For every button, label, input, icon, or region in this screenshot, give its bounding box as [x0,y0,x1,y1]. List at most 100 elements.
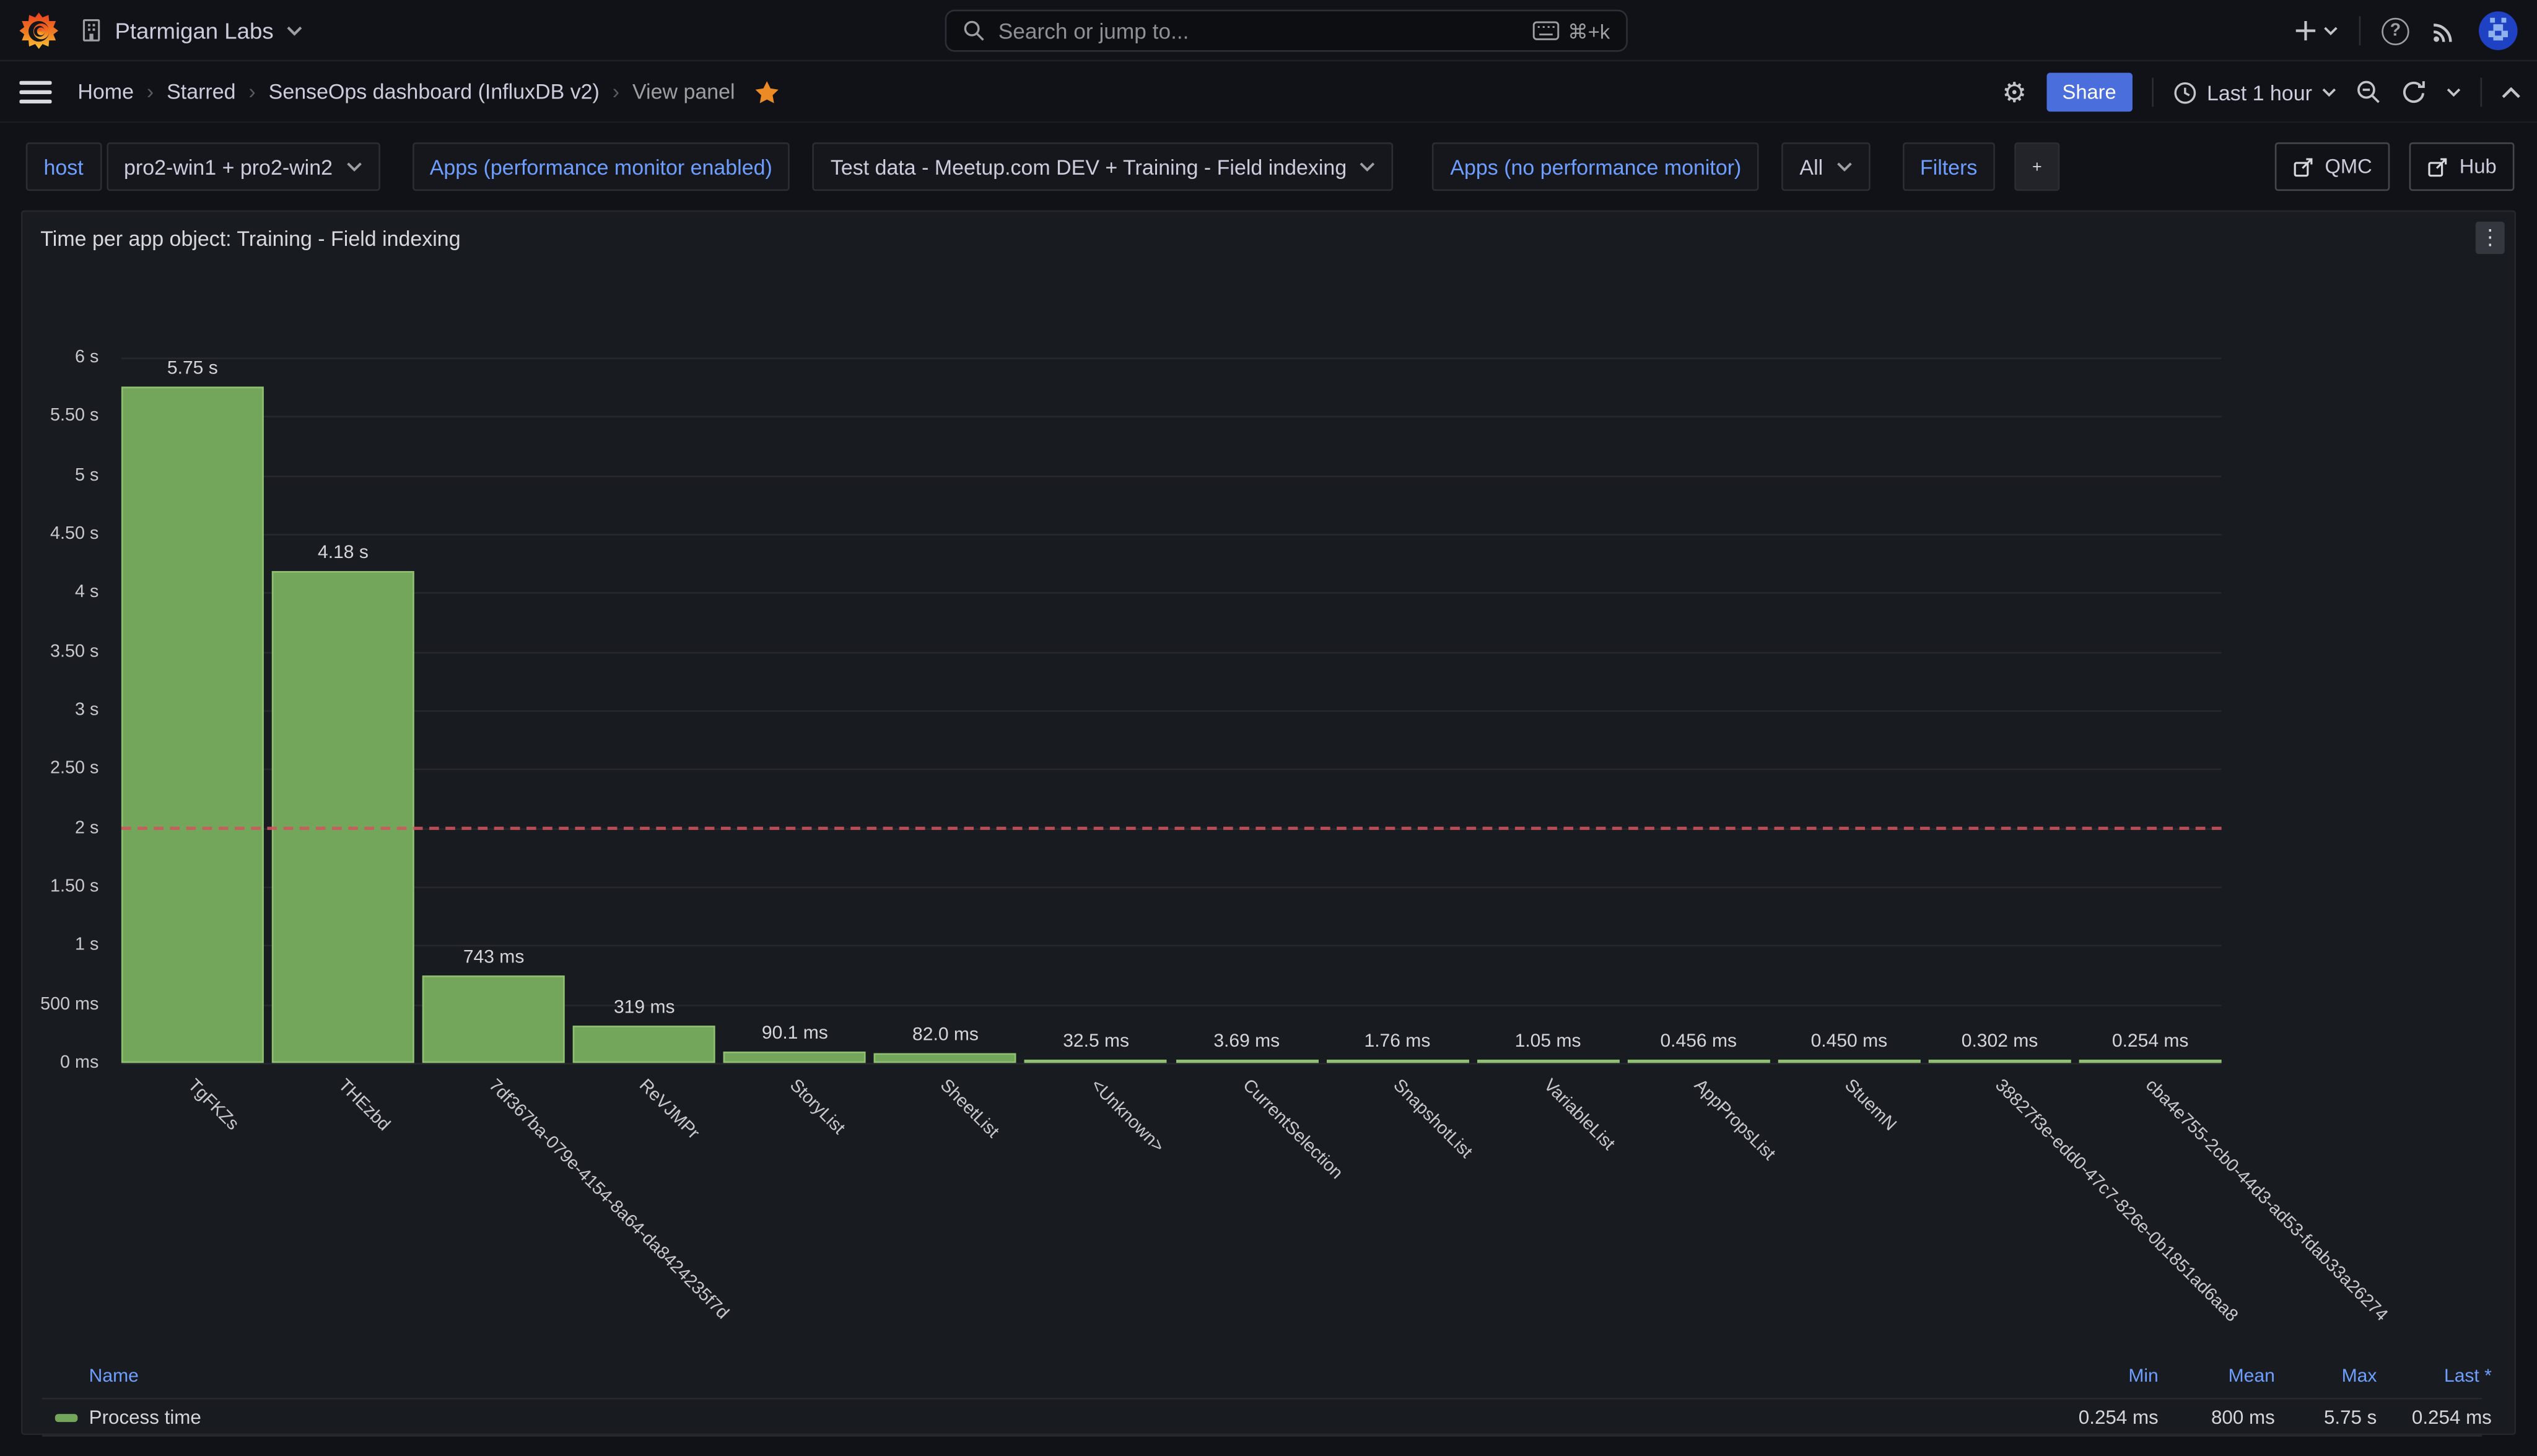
search-input[interactable]: Search or jump to... ⌘+k [945,10,1628,52]
divider [2152,77,2154,107]
user-avatar[interactable] [2479,11,2518,50]
bar-value-label: 4.18 s [270,544,416,563]
threshold-line [121,826,2222,829]
time-range-picker[interactable]: Last 1 hour [2173,80,2336,104]
legend-header-last[interactable]: Last * [2334,1367,2491,1386]
bar-value-label: 0.254 ms [2077,1032,2223,1052]
bar-value-label: 32.5 ms [1023,1032,1169,1051]
x-axis-tick-label: SnapshotList [1389,1076,1475,1162]
x-axis-tick-label: 7df367ba-079e-4154-8a64-da8424235f7d [485,1076,733,1323]
variable-host-value-dropdown[interactable]: pro2-win1 + pro2-win2 [106,142,379,191]
bar-13[interactable] [1929,1060,2071,1063]
bar-value-label: 0.450 ms [1776,1032,1922,1052]
search-placeholder: Search or jump to... [998,19,1519,43]
legend-divider [42,1398,2482,1400]
bar-10[interactable] [1477,1060,1619,1063]
news-feed-button[interactable] [2430,17,2458,44]
gridline [121,945,2222,947]
variable-host-label[interactable]: host [26,142,102,191]
dashboard-toolbar: Home › Starred › SenseOps dashboard (Inf… [0,61,2537,123]
divider [2359,16,2361,45]
bar-7[interactable] [1025,1059,1168,1063]
gridline [121,769,2222,771]
refresh-interval-dropdown[interactable] [2447,87,2461,97]
share-button[interactable]: Share [2046,73,2132,112]
bar-8[interactable] [1176,1060,1318,1063]
unstar-dashboard-button[interactable] [754,79,780,105]
bar-value-label: 1.05 ms [1475,1032,1621,1052]
collapse-controls-button[interactable] [2502,87,2521,98]
bar-5[interactable] [723,1052,866,1063]
bar-value-label: 0.302 ms [1927,1032,2072,1052]
y-axis-tick-label: 0 ms [23,1052,99,1075]
external-link-icon [2427,156,2448,177]
help-button[interactable]: ? [2382,17,2409,44]
breadcrumb-home[interactable]: Home [77,79,134,103]
breadcrumb-dashboard[interactable]: SenseOps dashboard (InfluxDB v2) [269,79,600,103]
apps-no-perf-monitor-link[interactable]: Apps (no performance monitor) [1433,142,1759,191]
bar-14[interactable] [2079,1060,2222,1063]
all-dropdown[interactable]: All [1782,142,1870,191]
bar-11[interactable] [1627,1060,1770,1063]
bar-4[interactable] [573,1026,715,1063]
legend-last-value: 0.254 ms [2334,1406,2491,1429]
filters-label[interactable]: Filters [1902,142,1995,191]
apps-perf-monitor-link[interactable]: Apps (performance monitor enabled) [412,142,790,191]
chevron-down-icon [2322,87,2337,97]
org-name-label: Ptarmigan Labs [115,17,273,43]
hub-link-button[interactable]: Hub [2409,142,2515,191]
keyboard-icon [1532,21,1560,40]
qmc-link-button[interactable]: QMC [2275,142,2390,191]
y-axis-tick-label: 2.50 s [23,757,99,780]
grafana-app: Ptarmigan Labs Search or jump to... [0,0,2537,1456]
y-axis-tick-label: 2 s [23,816,99,839]
x-axis-tick-label: cba4e755-2cb0-44d3-ad53-fdab33a26274 [2141,1076,2391,1325]
gridline [121,887,2222,889]
bar-6[interactable] [875,1053,1017,1063]
gridline [121,475,2222,477]
breadcrumb-separator: › [613,79,619,103]
top-nav-bar: Ptarmigan Labs Search or jump to... [0,0,2537,61]
gridline [121,1063,2222,1065]
org-switcher[interactable]: Ptarmigan Labs [81,17,303,43]
add-filter-button[interactable] [2014,142,2059,191]
breadcrumb: Home › Starred › SenseOps dashboard (Inf… [77,79,780,105]
y-axis-tick-label: 1.50 s [23,875,99,898]
chevron-down-icon [1360,162,1376,172]
bar-12[interactable] [1778,1060,1920,1063]
divider [2481,77,2482,107]
gridline [121,534,2222,536]
bar-3[interactable] [422,975,565,1063]
bar-chart: 6 s5.50 s5 s4.50 s4 s3.50 s3 s2.50 s2 s1… [23,212,2515,1433]
gridline [121,710,2222,712]
refresh-icon [2401,79,2427,105]
bar-9[interactable] [1326,1060,1469,1063]
plus-icon [2032,157,2042,176]
legend-header-name[interactable]: Name [89,1367,139,1386]
refresh-button[interactable] [2401,79,2427,105]
y-axis-tick-label: 6 s [23,346,99,369]
zoom-out-icon [2356,79,2382,105]
gridline [121,593,2222,595]
gear-icon: ⚙ [2002,79,2027,106]
y-axis-tick-label: 4 s [23,582,99,604]
zoom-out-time-button[interactable] [2356,79,2382,105]
gridline [121,652,2222,653]
organization-icon [81,18,102,42]
new-menu-button[interactable] [2294,19,2338,42]
x-axis-tick-label: 38827f3e-edd0-47c7-826e-0b1851ad6aa8 [1991,1076,2241,1326]
app-selector-dropdown[interactable]: Test data - Meetup.com DEV + Training - … [813,142,1394,191]
qmc-label: QMC [2325,155,2372,178]
dashboard-settings-button[interactable]: ⚙ [2002,79,2027,106]
y-axis-tick-label: 1 s [23,934,99,957]
legend-series-name[interactable]: Process time [89,1406,201,1429]
bar-2[interactable] [272,572,414,1063]
grafana-logo-icon[interactable] [19,11,58,50]
series-color-swatch[interactable] [55,1414,78,1422]
x-axis-tick-label: VariableList [1539,1076,1618,1154]
bar-1[interactable] [121,387,264,1063]
bar-value-label: 743 ms [421,948,567,967]
search-shortcut-label: ⌘+k [1568,19,1610,43]
breadcrumb-starred[interactable]: Starred [167,79,235,103]
mega-menu-toggle[interactable] [19,80,51,103]
